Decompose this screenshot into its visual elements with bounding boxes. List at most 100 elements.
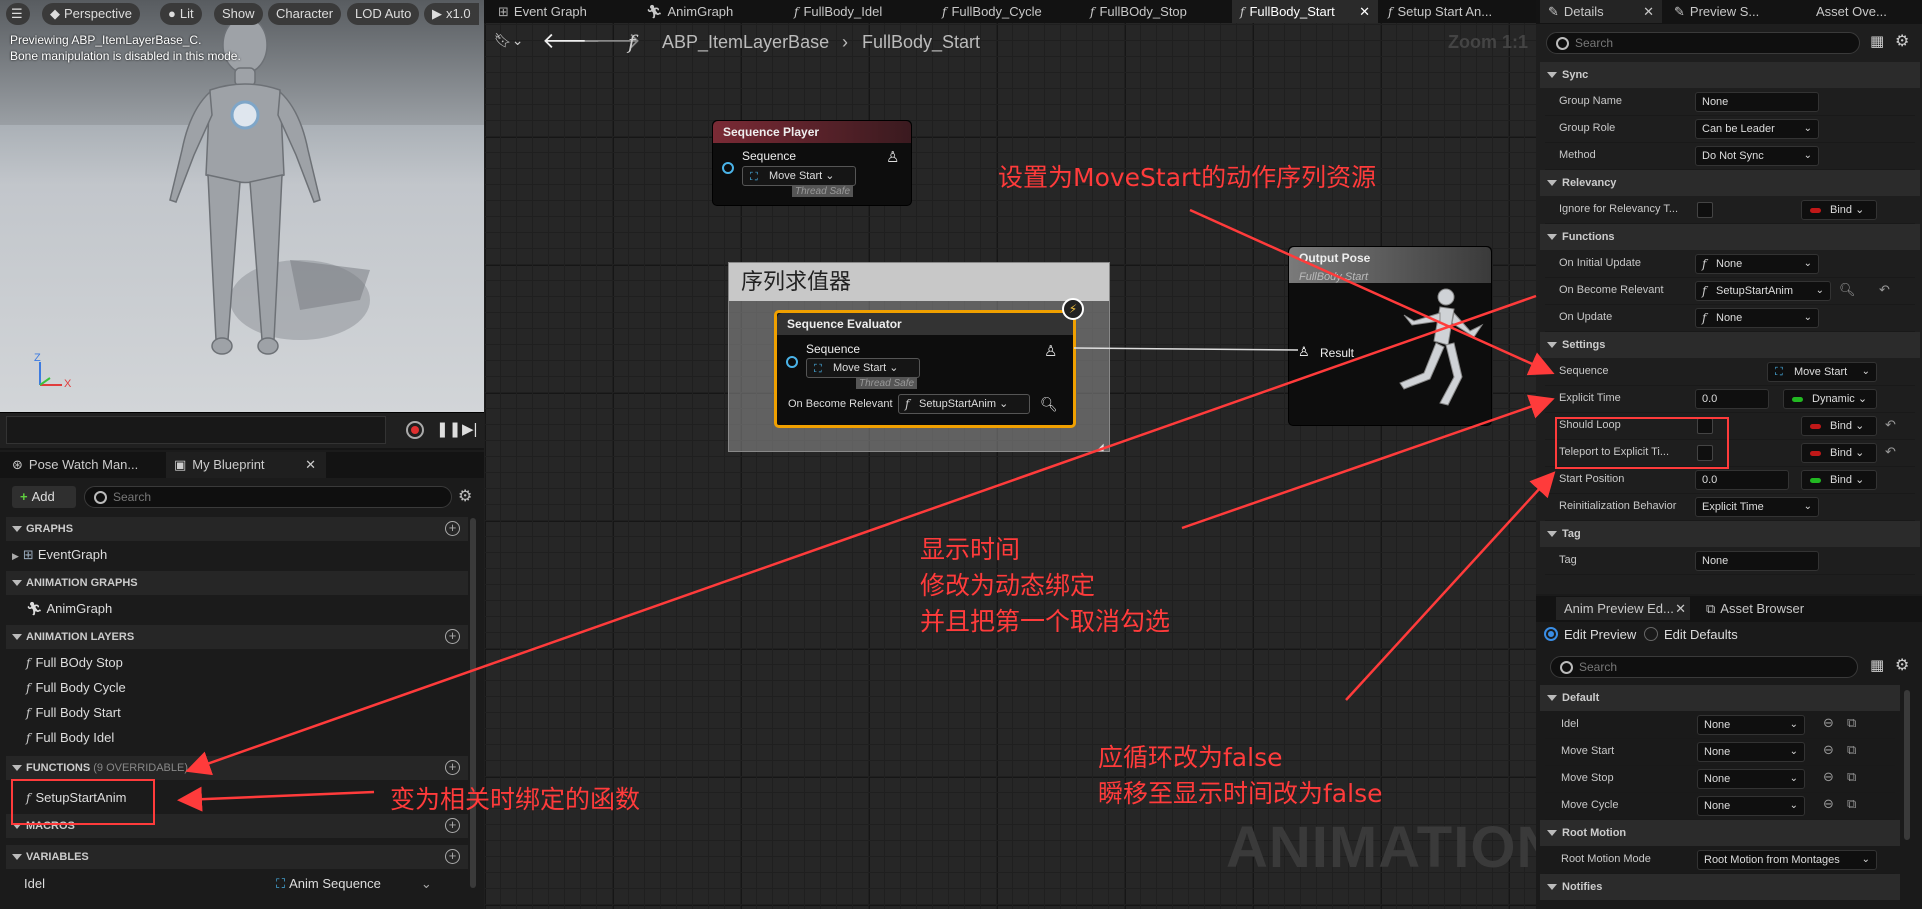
lod-button[interactable]: LOD Auto <box>347 3 420 25</box>
pause-icon[interactable]: ❚❚ <box>436 420 461 438</box>
add-graph-icon[interactable]: + <box>445 521 460 536</box>
add-button[interactable]: + Add <box>12 486 76 508</box>
reinit-dropdown[interactable]: Explicit Time ⌄ <box>1695 497 1819 517</box>
preview-value-dropdown[interactable]: None ⌄ <box>1697 796 1805 816</box>
add-layer-icon[interactable]: + <box>445 629 460 644</box>
resize-grip-icon[interactable]: ◢ <box>1096 442 1104 453</box>
add-variable-icon[interactable]: + <box>445 849 460 864</box>
ignore-relevancy-checkbox[interactable] <box>1697 202 1713 218</box>
graph-item-eventgraph[interactable]: ▶ ⊞ EventGraph <box>12 543 107 567</box>
layer-item-fullbody-idel[interactable]: f Full Body Idel <box>26 726 114 750</box>
step-forward-icon[interactable]: ▶| <box>462 420 477 438</box>
explicit-time-input[interactable]: 0.0 <box>1695 389 1769 409</box>
evaluator-sequence-dropdown[interactable]: ⛶ Move Start ⌄ <box>806 358 920 378</box>
section-graphs[interactable]: GRAPHS + <box>6 517 468 541</box>
close-icon[interactable]: ✕ <box>1675 597 1686 620</box>
section-variables[interactable]: VARIABLES + <box>6 845 468 869</box>
layer-item-fullbody-cycle[interactable]: f Full Body Cycle <box>26 676 126 700</box>
group-role-dropdown[interactable]: Can be Leader ⌄ <box>1695 119 1819 139</box>
initial-update-dropdown[interactable]: f None ⌄ <box>1695 254 1819 274</box>
use-selected-icon[interactable]: ⊖ <box>1823 796 1834 812</box>
sequence-value-dropdown[interactable]: ⛶ Move Start ⌄ <box>742 166 856 186</box>
bookmark-icon[interactable]: 🔖︎⌄ <box>494 32 524 49</box>
sequence-pin-icon[interactable] <box>786 356 798 368</box>
section-functions[interactable]: FUNCTIONS (9 OVERRIDABLE) + <box>6 756 468 780</box>
start-position-input[interactable]: 0.0 <box>1695 470 1789 490</box>
tab-fullbody-idel[interactable]: f FullBody_Idel <box>786 0 882 23</box>
variable-item-idel[interactable]: Idel <box>24 872 45 896</box>
left-scrollbar[interactable] <box>470 518 476 888</box>
play-speed-button[interactable]: ▶ x1.0 <box>424 3 479 25</box>
details-search-input[interactable]: Search <box>1546 32 1860 54</box>
tab-pose-watch[interactable]: ⊛ Pose Watch Man... <box>4 452 138 478</box>
on-update-dropdown[interactable]: f None ⌄ <box>1695 308 1819 328</box>
browse-icon[interactable]: ⧉ <box>1847 742 1856 758</box>
preview-value-dropdown[interactable]: None ⌄ <box>1697 769 1805 789</box>
use-selected-icon[interactable]: ⊖ <box>1823 769 1834 785</box>
graph-canvas[interactable] <box>484 0 1536 909</box>
breadcrumb-function[interactable]: FullBody_Start <box>862 32 980 53</box>
perspective-button[interactable]: ◆ Perspective <box>42 3 140 25</box>
edit-preview-radio[interactable] <box>1544 627 1558 641</box>
preview-section-default[interactable]: Default <box>1540 685 1900 711</box>
preview-section-notifies[interactable]: Notifies <box>1540 874 1900 900</box>
tag-input[interactable]: None <box>1695 551 1819 571</box>
function-item-setupstartanim[interactable]: f SetupStartAnim <box>26 786 127 810</box>
settings-gear-icon[interactable]: ⚙ <box>1895 31 1909 51</box>
should-loop-checkbox[interactable] <box>1697 418 1713 434</box>
browse-icon[interactable]: ⧉ <box>1847 796 1856 812</box>
browse-icon[interactable]: ⧉ <box>1847 769 1856 785</box>
add-macro-icon[interactable]: + <box>445 818 460 833</box>
browse-icon[interactable]: ⧉ <box>1847 715 1856 731</box>
details-section-settings[interactable]: Settings <box>1540 332 1920 358</box>
close-icon[interactable]: ✕ <box>305 452 316 478</box>
tab-details[interactable]: ✎ Details ✕ <box>1540 0 1662 23</box>
record-icon[interactable] <box>406 421 424 439</box>
dynamic-binding-dropdown[interactable]: Dynamic ⌄ <box>1783 389 1877 409</box>
root-motion-dropdown[interactable]: Root Motion from Montages ⌄ <box>1697 850 1877 870</box>
details-section-sync[interactable]: Sync <box>1540 62 1920 88</box>
pose-pin-icon[interactable]: ♙ <box>886 148 899 166</box>
tab-event-graph[interactable]: ⊞ Event Graph <box>490 0 587 23</box>
tab-asset-overrides[interactable]: Asset Ove... <box>1808 0 1887 23</box>
details-section-relevancy[interactable]: Relevancy <box>1540 170 1920 196</box>
breadcrumb-blueprint[interactable]: ABP_ItemLayerBase <box>662 32 829 53</box>
section-animation-layers[interactable]: ANIMATION LAYERS + <box>6 625 468 649</box>
tab-my-blueprint[interactable]: ▣ My Blueprint ✕ <box>166 452 326 478</box>
search-icon[interactable]: 🔍︎ <box>1040 396 1058 413</box>
layer-item-fullbody-start[interactable]: f Full Body Start <box>26 701 121 725</box>
reset-arrow-icon[interactable]: ↶ <box>1885 444 1896 460</box>
blueprint-search-input[interactable]: Search <box>84 486 452 508</box>
use-selected-icon[interactable]: ⊖ <box>1823 715 1834 731</box>
tab-anim-preview-editor[interactable]: Anim Preview Ed... ✕ <box>1556 597 1690 620</box>
settings-gear-icon[interactable]: ⚙ <box>1895 655 1909 675</box>
search-icon[interactable]: 🔍︎ <box>1839 282 1856 298</box>
variable-type[interactable]: ⛶ Anim Sequence ⌄ <box>276 872 432 896</box>
tab-preview-settings[interactable]: ✎ Preview S... <box>1666 0 1759 23</box>
sequence-pin-icon[interactable] <box>722 162 734 174</box>
details-section-functions[interactable]: Functions <box>1540 224 1920 250</box>
settings-sequence-dropdown[interactable]: ⛶ Move Start ⌄ <box>1767 362 1877 382</box>
teleport-checkbox[interactable] <box>1697 445 1713 461</box>
reset-arrow-icon[interactable]: ↶ <box>1885 417 1896 433</box>
show-button[interactable]: Show <box>214 3 263 25</box>
close-icon[interactable]: ✕ <box>1359 0 1370 23</box>
become-relevant-dropdown[interactable]: f SetupStartAnim ⌄ <box>1695 281 1831 301</box>
edit-defaults-radio[interactable] <box>1644 627 1658 641</box>
preview-viewport[interactable]: ☰ ◆ Perspective ● Lit Show Character LOD A… <box>0 0 484 412</box>
group-name-input[interactable]: None <box>1695 92 1819 112</box>
tab-animgraph[interactable]: 🏃︎ AnimGraph <box>638 0 733 23</box>
character-button[interactable]: Character <box>268 3 342 25</box>
section-macros[interactable]: MACROS + <box>6 814 468 838</box>
anim-graph-item[interactable]: 🏃︎ AnimGraph <box>26 597 112 621</box>
use-selected-icon[interactable]: ⊖ <box>1823 742 1834 758</box>
layer-item-fullbody-stop[interactable]: f Full BOdy Stop <box>26 651 123 675</box>
pose-pin-icon[interactable]: ♙ <box>1044 342 1057 360</box>
tab-fullbody-start[interactable]: f FullBody_Start ✕ <box>1232 0 1378 23</box>
bind-dropdown[interactable]: Bind ⌄ <box>1801 443 1877 463</box>
bind-dropdown[interactable]: Bind ⌄ <box>1801 416 1877 436</box>
grid-view-icon[interactable]: ▦ <box>1870 656 1884 674</box>
add-function-icon[interactable]: + <box>445 760 460 775</box>
tab-fullbody-stop[interactable]: f FullBOdy_Stop <box>1082 0 1187 23</box>
timeline-scrubber[interactable] <box>6 416 386 444</box>
